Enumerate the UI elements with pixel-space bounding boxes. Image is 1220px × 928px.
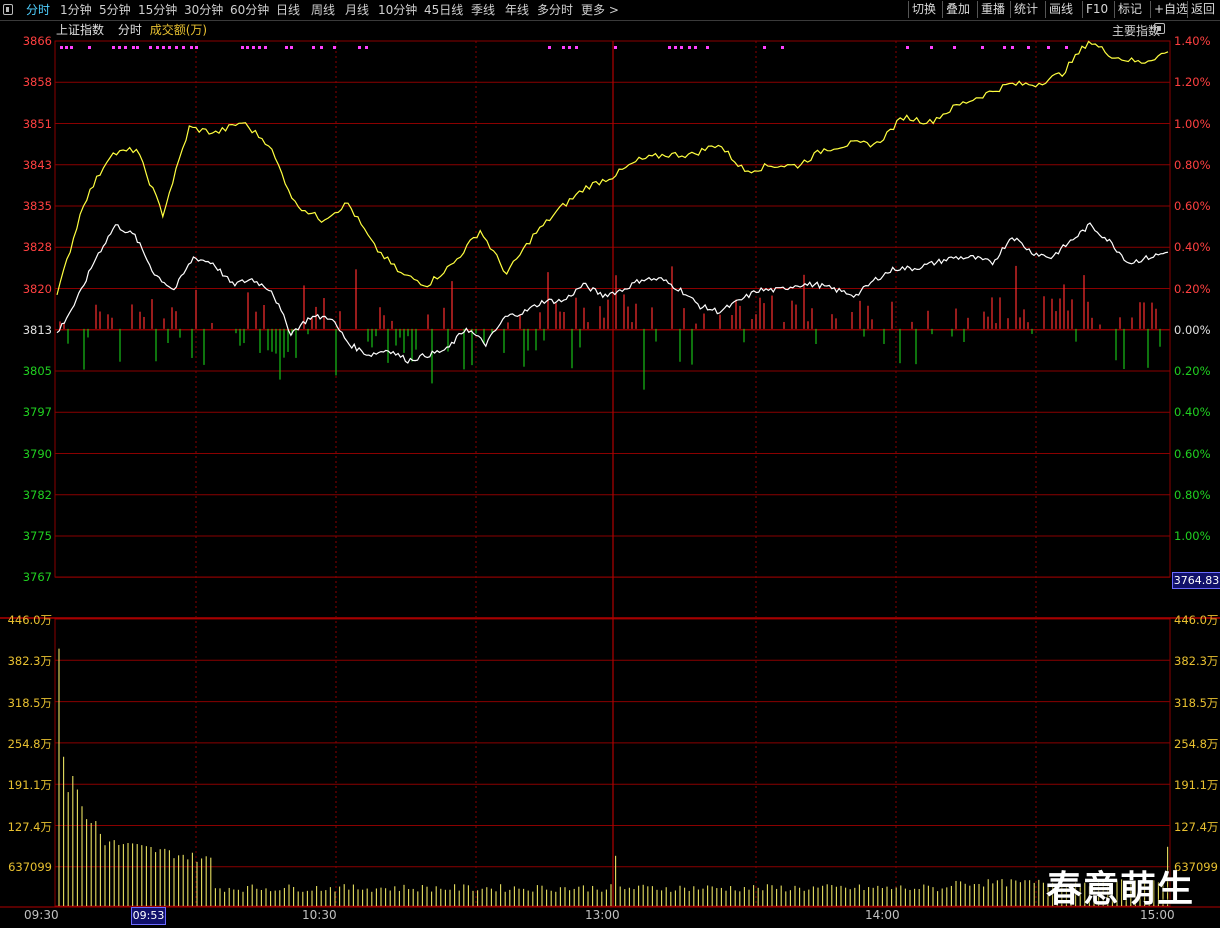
percent-tick-label: 0.40%: [1174, 240, 1211, 255]
signal-marker: [252, 46, 255, 49]
price-tick-label: 3828: [22, 240, 52, 255]
time-tick-label: 09:30: [24, 908, 59, 922]
signal-marker: [60, 46, 63, 49]
volume-tick-label: 446.0万: [7, 613, 52, 627]
signal-marker: [70, 46, 73, 49]
signal-marker: [132, 46, 135, 49]
signal-marker: [285, 46, 288, 49]
watermark-text: 春意萌生: [1046, 869, 1195, 910]
signal-marker: [333, 46, 336, 49]
signal-marker: [190, 46, 193, 49]
time-tick-label: 13:00: [585, 908, 620, 922]
volume-tick-label: 254.8万: [7, 736, 52, 751]
signal-marker: [562, 46, 565, 49]
signal-marker: [175, 46, 178, 49]
volume-tick-label: 318.5万: [1174, 695, 1219, 710]
price-tick-label: 3866: [22, 34, 52, 48]
volume-tick-label: 191.1万: [1174, 778, 1219, 793]
intraday-chart: [0, 40, 1220, 908]
price-tick-label: 3835: [22, 199, 52, 213]
price-tick-label: 3790: [22, 446, 52, 461]
signal-marker: [156, 46, 159, 49]
signal-marker: [1011, 46, 1014, 49]
signal-marker: [688, 46, 691, 49]
signal-marker: [65, 46, 68, 49]
time-tick-label: 10:30: [302, 908, 337, 922]
volume-tick-label: 382.3万: [7, 654, 52, 669]
cursor-price-label: 3764.83: [1172, 572, 1220, 589]
volume-tick-label: 637099: [8, 859, 52, 874]
price-tick-label: 3775: [22, 529, 52, 543]
signal-marker: [88, 46, 91, 49]
percent-tick-label: 0.00%: [1174, 322, 1211, 337]
signal-marker: [763, 46, 766, 49]
signal-marker: [930, 46, 933, 49]
volume-tick-label: 127.4万: [7, 819, 52, 834]
signal-marker: [906, 46, 909, 49]
signal-marker: [694, 46, 697, 49]
signal-marker: [781, 46, 784, 49]
percent-tick-label: 1.40%: [1174, 34, 1211, 48]
signal-marker: [112, 46, 115, 49]
volume-tick-label: 191.1万: [7, 778, 52, 793]
signal-marker: [258, 46, 261, 49]
percent-tick-label: 1.20%: [1174, 75, 1211, 90]
price-tick-label: 3858: [22, 75, 52, 90]
signal-marker: [614, 46, 617, 49]
volume-tick-label: 382.3万: [1174, 654, 1219, 669]
signal-marker: [241, 46, 244, 49]
price-tick-label: 3820: [22, 281, 52, 296]
signal-marker: [568, 46, 571, 49]
volume-tick-label: 446.0万: [1174, 613, 1219, 627]
signal-marker: [1047, 46, 1050, 49]
signal-marker: [1003, 46, 1006, 49]
signal-marker: [674, 46, 677, 49]
signal-marker: [195, 46, 198, 49]
volume-tick-label: 127.4万: [1174, 819, 1219, 834]
signal-marker: [136, 46, 139, 49]
signal-marker: [575, 46, 578, 49]
signal-marker: [706, 46, 709, 49]
percent-tick-label: 0.60%: [1174, 446, 1211, 461]
price-tick-label: 3767: [22, 570, 52, 585]
price-tick-label: 3797: [22, 405, 52, 420]
percent-tick-label: 0.20%: [1174, 281, 1211, 296]
signal-marker: [162, 46, 165, 49]
signal-marker: [124, 46, 127, 49]
percent-tick-label: 0.60%: [1174, 199, 1211, 213]
percent-tick-label: 0.80%: [1174, 157, 1211, 172]
percent-tick-label: 0.40%: [1174, 405, 1211, 420]
signal-marker: [953, 46, 956, 49]
signal-marker: [246, 46, 249, 49]
signal-marker: [981, 46, 984, 49]
time-tick-label: 14:00: [865, 908, 900, 922]
percent-tick-label: 0.20%: [1174, 364, 1211, 378]
signal-marker: [264, 46, 267, 49]
price-tick-label: 3851: [22, 116, 52, 131]
signal-marker: [320, 46, 323, 49]
signal-marker: [1065, 46, 1068, 49]
signal-marker: [680, 46, 683, 49]
percent-tick-label: 1.00%: [1174, 116, 1211, 131]
signal-marker: [358, 46, 361, 49]
volume-tick-label: 254.8万: [1174, 736, 1219, 751]
price-tick-label: 3813: [22, 322, 52, 337]
signal-marker: [168, 46, 171, 49]
percent-tick-label: 0.80%: [1174, 487, 1211, 502]
cursor-time-label: 09:53: [131, 907, 166, 925]
price-tick-label: 3805: [22, 364, 52, 378]
signal-marker: [548, 46, 551, 49]
signal-marker: [668, 46, 671, 49]
percent-tick-label: 1.00%: [1174, 529, 1211, 543]
signal-marker: [312, 46, 315, 49]
signal-marker: [118, 46, 121, 49]
signal-marker: [365, 46, 368, 49]
signal-marker: [182, 46, 185, 49]
signal-marker: [149, 46, 152, 49]
signal-marker: [1027, 46, 1030, 49]
price-tick-label: 3843: [22, 157, 52, 172]
signal-marker: [290, 46, 293, 49]
volume-tick-label: 318.5万: [7, 695, 52, 710]
price-tick-label: 3782: [22, 487, 52, 502]
